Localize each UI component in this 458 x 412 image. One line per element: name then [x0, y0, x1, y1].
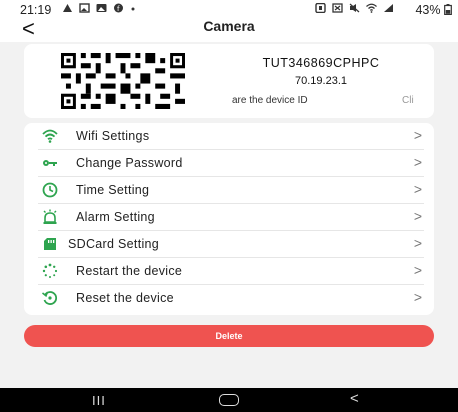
copy-clipboard-link[interactable]: Cli [402, 95, 414, 106]
wifi-icon [42, 129, 58, 143]
qr-code-image [61, 53, 185, 109]
menu-item-time-setting[interactable]: Time Setting > [24, 177, 434, 204]
menu-item-label: Time Setting [76, 183, 150, 197]
menu-item-sdcard-setting[interactable]: SDCard Setting > [24, 231, 434, 258]
status-right-icons [315, 3, 394, 13]
menu-item-label: Restart the device [76, 264, 183, 278]
device-id: TUT346869CPHPC [262, 56, 380, 70]
reset-icon [42, 291, 58, 305]
chevron-right-icon: > [413, 262, 422, 278]
chevron-right-icon: > [413, 181, 422, 197]
mute-icon [349, 3, 360, 13]
system-nav-bar: III < [0, 388, 458, 412]
share-device-id-link[interactable]: are the device ID [232, 95, 308, 106]
chevron-right-icon: > [413, 235, 422, 251]
menu-item-label: Reset the device [76, 291, 174, 305]
menu-item-label: SDCard Setting [68, 237, 160, 251]
chevron-right-icon: > [413, 289, 422, 305]
nav-back-button[interactable]: < [350, 390, 359, 407]
delete-button[interactable]: Delete [24, 325, 434, 347]
restart-icon [42, 263, 58, 278]
menu-item-label: Wifi Settings [76, 129, 150, 143]
alert-icon [63, 4, 72, 12]
status-bar: 21:19 f 43% [0, 0, 458, 18]
menu-item-wifi-settings[interactable]: Wifi Settings > [24, 123, 434, 150]
battery-level: 43% [415, 3, 441, 17]
cast-icon [332, 3, 343, 13]
menu-item-change-password[interactable]: Change Password > [24, 150, 434, 177]
settings-menu: Wifi Settings > Change Password > Time S… [24, 123, 434, 315]
status-time: 21:19 [20, 3, 52, 17]
wifi-icon [366, 3, 377, 13]
status-left-icons: f [62, 3, 141, 13]
menu-item-alarm-setting[interactable]: Alarm Setting > [24, 204, 434, 231]
home-button[interactable] [219, 394, 239, 406]
signal-icon [384, 4, 393, 12]
menu-item-label: Change Password [76, 156, 183, 170]
battery-icon [444, 4, 452, 16]
dot-icon [131, 7, 135, 11]
recents-button[interactable]: III [92, 393, 106, 408]
facebook-icon: f [114, 3, 123, 13]
nfc-icon [315, 3, 326, 13]
key-icon [43, 160, 57, 166]
alarm-icon [43, 209, 57, 224]
image-icon [79, 3, 90, 13]
chevron-right-icon: > [413, 208, 422, 224]
gallery-icon [96, 4, 107, 12]
page-title: Camera [203, 18, 255, 34]
sdcard-icon [44, 238, 56, 250]
menu-item-reset-device[interactable]: Reset the device > [24, 285, 434, 312]
clock-icon [42, 182, 58, 198]
battery-indicator: 43% [415, 3, 452, 17]
device-card: TUT346869CPHPC 70.19.23.1 are the device… [24, 44, 434, 118]
chevron-right-icon: > [413, 154, 422, 170]
header: < Camera [0, 16, 458, 42]
device-version: 70.19.23.1 [295, 75, 347, 87]
menu-item-label: Alarm Setting [76, 210, 155, 224]
menu-item-restart-device[interactable]: Restart the device > [24, 258, 434, 285]
chevron-right-icon: > [413, 127, 422, 143]
